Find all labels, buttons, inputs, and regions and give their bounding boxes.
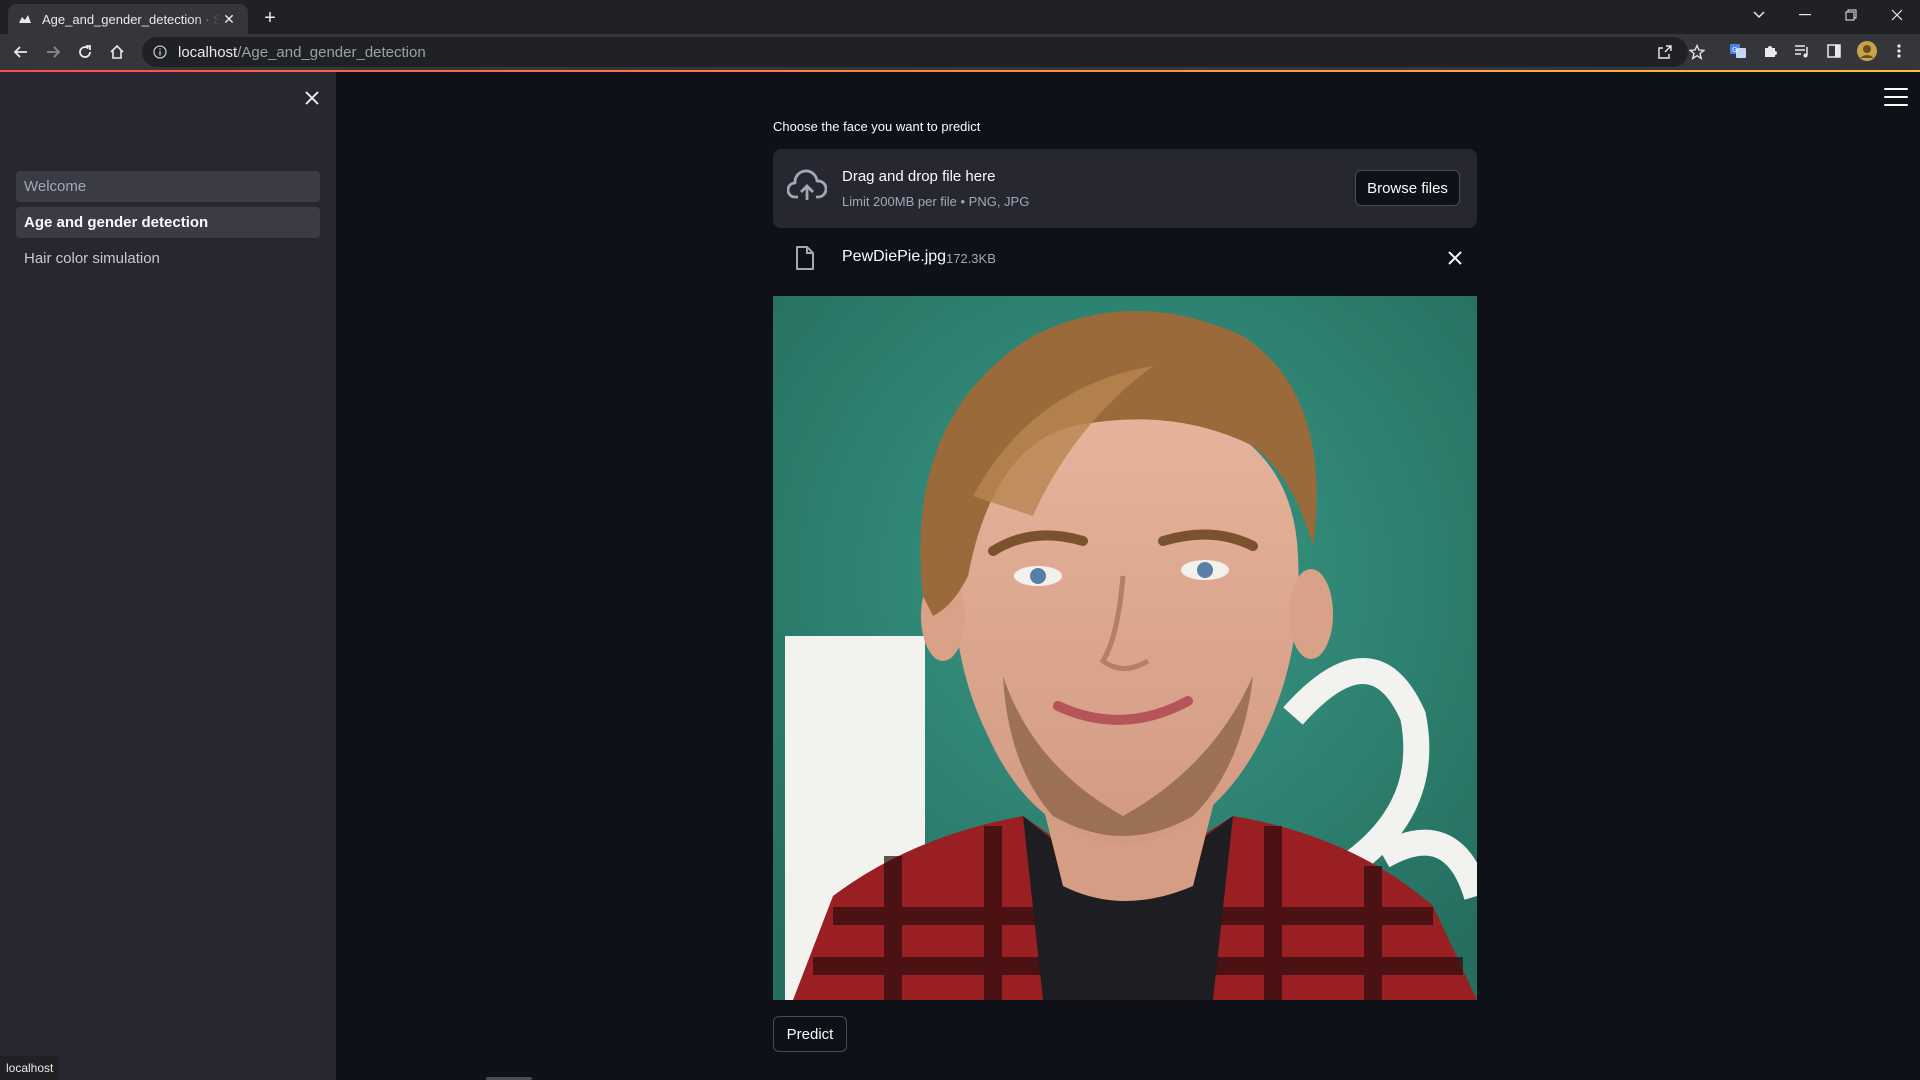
side-panel-icon[interactable] [1824,41,1844,61]
remove-file-icon[interactable] [1443,246,1467,270]
tab-close-icon[interactable]: ✕ [220,10,238,28]
file-icon [795,246,815,270]
translate-extension-icon[interactable]: G [1728,41,1748,61]
streamlit-favicon-icon [18,12,32,26]
sidebar: Welcome Age and gender detection Hair co… [0,72,336,1080]
file-dropzone[interactable]: Drag and drop file here Limit 200MB per … [773,149,1477,228]
file-name: PewDiePie.jpg [842,248,947,265]
close-window-button[interactable] [1874,0,1920,30]
svg-text:G: G [1732,46,1737,54]
home-button[interactable] [103,38,131,66]
browser-tab[interactable]: Age_and_gender_detection · Streamlit ✕ [8,4,248,34]
dropzone-limits: Limit 200MB per file • PNG, JPG [842,194,1030,209]
uploaded-face-image [773,296,1477,1000]
new-tab-button[interactable]: + [258,6,282,30]
tab-search-icon[interactable] [1736,0,1782,30]
browse-files-button[interactable]: Browse files [1355,170,1460,206]
sidebar-item-label: Welcome [24,178,87,195]
browser-menu-icon[interactable] [1889,41,1909,61]
predict-button[interactable]: Predict [773,1016,847,1052]
uploaded-file-row: PewDiePie.jpg 172.3KB [773,236,1477,280]
restore-button[interactable] [1828,0,1874,30]
minimize-button[interactable] [1782,0,1828,30]
tab-title: Age_and_gender_detection · Streamlit [42,11,220,27]
browser-tab-bar: Age_and_gender_detection · Streamlit ✕ + [0,0,1920,34]
file-size: 172.3KB [946,251,996,266]
reload-button[interactable] [71,38,99,66]
sidebar-item-label: Hair color simulation [24,250,160,267]
cloud-upload-icon [786,169,828,205]
sidebar-item-age-and-gender-detection[interactable]: Age and gender detection [16,207,320,238]
address-bar[interactable]: localhost/Age_and_gender_detection [142,37,1705,67]
browser-toolbar: localhost/Age_and_gender_detection G [0,34,1920,70]
sidebar-item-hair-color-simulation[interactable]: Hair color simulation [16,243,320,274]
uploader-label: Choose the face you want to predict [773,119,981,134]
status-bubble: localhost [0,1056,60,1080]
forward-button[interactable] [39,38,67,66]
media-control-icon[interactable] [1792,41,1812,61]
url-host: localhost [178,43,238,61]
sidebar-item-label: Age and gender detection [24,214,209,231]
dropzone-title: Drag and drop file here [842,168,996,185]
share-icon[interactable] [1656,43,1674,61]
sidebar-close-icon[interactable] [300,86,324,110]
bookmark-star-icon[interactable] [1688,43,1706,61]
site-info-icon[interactable] [152,44,168,60]
profile-avatar[interactable] [1856,40,1878,62]
main-menu-icon[interactable] [1884,88,1908,106]
back-button[interactable] [7,38,35,66]
sidebar-item-welcome[interactable]: Welcome [16,171,320,202]
extensions-puzzle-icon[interactable] [1760,41,1780,61]
url-path: /Age_and_gender_detection [237,43,426,61]
